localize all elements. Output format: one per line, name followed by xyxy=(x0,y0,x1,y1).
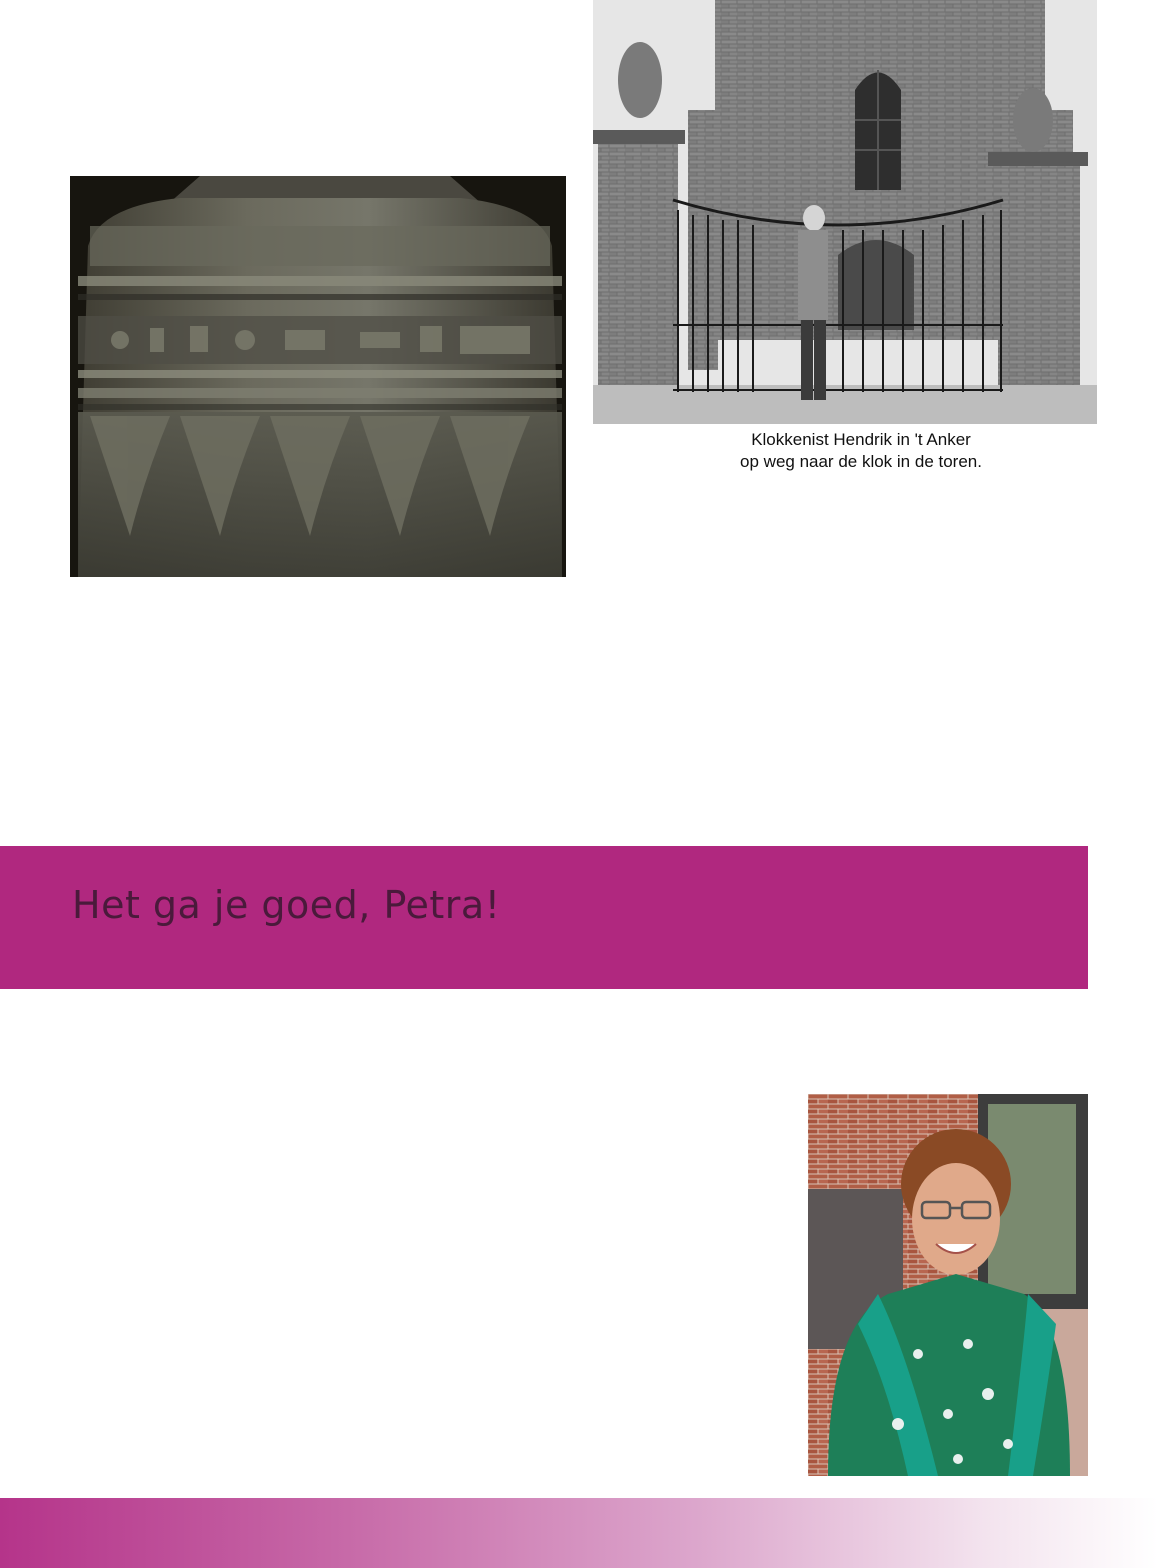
portrait-photo xyxy=(808,1094,1088,1476)
caption-line-1: Klokkenist Hendrik in 't Anker xyxy=(751,430,971,449)
section-heading-band: Het ga je goed, Petra! xyxy=(0,846,1088,989)
portrait-image xyxy=(808,1094,1088,1476)
church-photo-caption: Klokkenist Hendrik in 't Anker op weg na… xyxy=(593,429,1129,473)
caption-line-2: op weg naar de klok in de toren. xyxy=(740,452,982,471)
church-image xyxy=(593,0,1097,424)
footer-gradient-strip xyxy=(0,1498,1158,1568)
bell-photo xyxy=(70,176,566,577)
church-photo xyxy=(593,0,1097,424)
bell-image xyxy=(70,176,566,577)
section-title: Het ga je goed, Petra! xyxy=(72,883,501,927)
